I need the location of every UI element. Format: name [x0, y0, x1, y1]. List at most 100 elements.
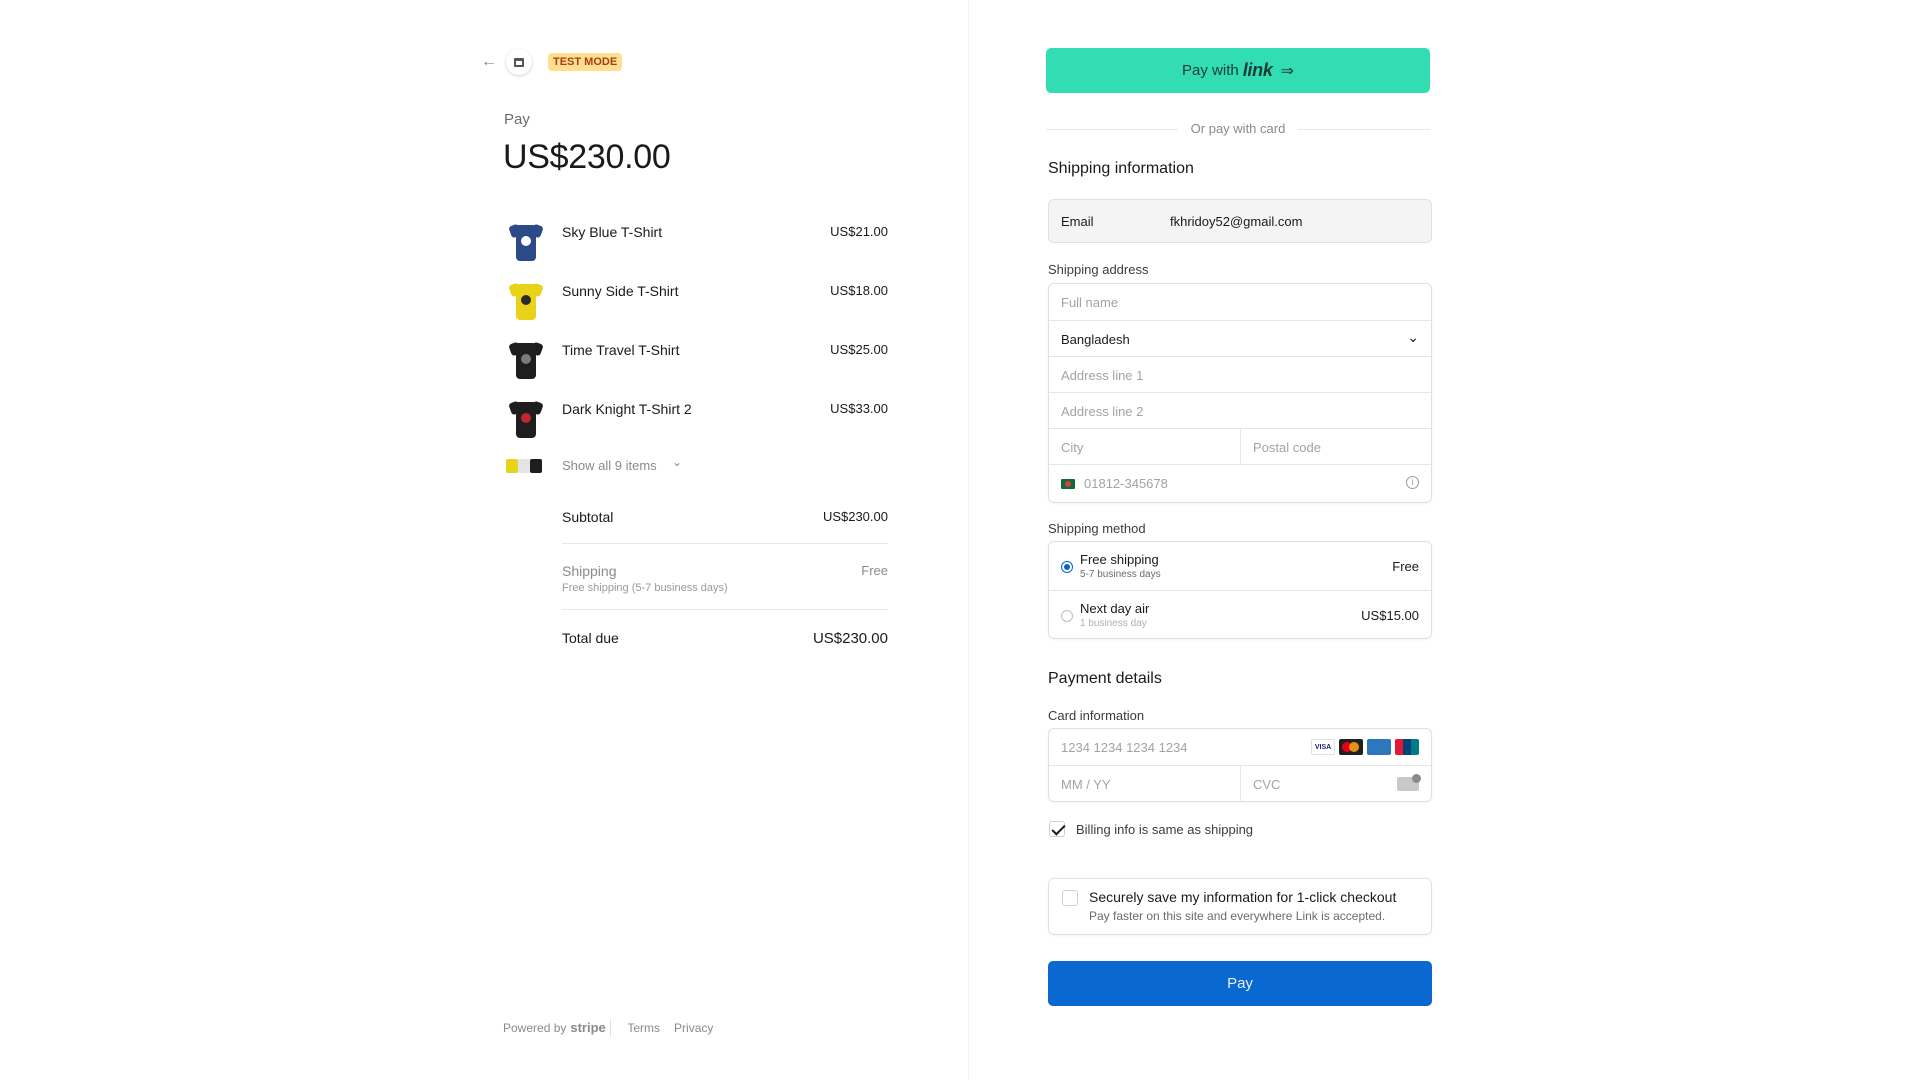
- full-name-input[interactable]: Full name: [1049, 284, 1431, 320]
- address-line1-input[interactable]: Address line 1: [1049, 356, 1431, 392]
- item-price: US$18.00: [830, 283, 888, 298]
- privacy-link[interactable]: Privacy: [674, 1021, 713, 1035]
- cvc-input[interactable]: CVC: [1253, 777, 1280, 792]
- shipping-row: Shipping Free shipping (5-7 business day…: [562, 563, 888, 594]
- or-pay-with-card-text: Or pay with card: [1190, 121, 1286, 136]
- unionpay-icon: [1395, 739, 1419, 755]
- city-postal-row: City Postal code: [1049, 428, 1431, 465]
- full-name-placeholder: Full name: [1061, 295, 1119, 310]
- product-image: [504, 336, 546, 384]
- card-information-form: 1234 1234 1234 1234 VISA MM / YY CVC: [1048, 728, 1432, 802]
- item-price: US$33.00: [830, 401, 888, 416]
- card-number-input[interactable]: 1234 1234 1234 1234 VISA: [1049, 729, 1431, 765]
- billing-same-label: Billing info is same as shipping: [1076, 821, 1254, 837]
- checkbox-checked[interactable]: [1049, 821, 1065, 837]
- stripe-logo[interactable]: stripe: [570, 1020, 605, 1036]
- address-line1-placeholder: Address line 1: [1061, 368, 1144, 383]
- order-summary-panel: ← TEST MODE Pay US$230.00 Sky Blue T-Shi…: [0, 0, 968, 1080]
- powered-by-label: Powered by: [503, 1021, 567, 1035]
- field-divider: [1240, 766, 1241, 802]
- line-item: Sunny Side T-Shirt US$18.00: [504, 277, 888, 325]
- info-icon[interactable]: i: [1406, 476, 1419, 489]
- option-price: Free: [1392, 559, 1419, 574]
- bangladesh-flag-icon[interactable]: [1061, 479, 1075, 489]
- mastercard-icon: [1339, 739, 1363, 755]
- radio-selected[interactable]: [1061, 561, 1073, 573]
- shipping-label: Shipping: [562, 563, 617, 579]
- country-value: Bangladesh: [1061, 332, 1130, 347]
- address-line2-input[interactable]: Address line 2: [1049, 392, 1431, 428]
- divider: [562, 543, 888, 544]
- or-divider: Or pay with card: [1046, 121, 1430, 139]
- option-subtitle: 5-7 business days: [1080, 569, 1161, 580]
- total-row: Total due US$230.00: [562, 630, 888, 647]
- mini-product-thumbnails: [506, 457, 546, 475]
- option-title: Next day air: [1080, 601, 1150, 616]
- postal-code-input[interactable]: Postal code: [1253, 440, 1321, 455]
- shipping-option-free[interactable]: Free shipping 5-7 business days Free: [1049, 542, 1431, 590]
- terms-link[interactable]: Terms: [627, 1021, 660, 1035]
- shipping-value: Free: [861, 563, 888, 578]
- save-info-option[interactable]: Securely save my information for 1-click…: [1048, 878, 1432, 935]
- card-brands: VISA: [1311, 739, 1419, 755]
- show-all-label: Show all 9 items: [562, 458, 657, 473]
- subtotal-row: Subtotal US$230.00: [562, 509, 888, 525]
- email-field[interactable]: Email fkhridoy52@gmail.com: [1048, 199, 1432, 243]
- pay-label: Pay: [504, 111, 530, 128]
- link-logo: link: [1242, 60, 1273, 80]
- footer: Powered by stripe Terms Privacy: [503, 1019, 727, 1037]
- arrow-right-icon: ⇒: [1280, 62, 1294, 80]
- amex-icon: [1367, 739, 1391, 755]
- visa-icon: VISA: [1311, 739, 1335, 755]
- shipping-address-label: Shipping address: [1048, 262, 1149, 277]
- cvc-card-icon: [1397, 774, 1421, 791]
- item-name: Sky Blue T-Shirt: [562, 224, 663, 240]
- pay-with-link-button[interactable]: Pay with link ⇒: [1046, 48, 1430, 93]
- shipping-method-label: Shipping method: [1048, 521, 1146, 536]
- shipping-info-title: Shipping information: [1048, 160, 1194, 177]
- chevron-down-icon: ⌄: [672, 455, 683, 469]
- product-image: [504, 277, 546, 325]
- phone-placeholder: 01812-345678: [1084, 476, 1168, 491]
- option-subtitle: 1 business day: [1080, 618, 1147, 629]
- shipping-sub: Free shipping (5-7 business days): [562, 582, 728, 594]
- store-icon: [506, 49, 532, 75]
- product-image: [504, 395, 546, 443]
- item-price: US$21.00: [830, 224, 888, 239]
- card-info-label: Card information: [1048, 708, 1145, 723]
- link-button-prefix: Pay with: [1182, 62, 1239, 79]
- item-name: Sunny Side T-Shirt: [562, 283, 679, 299]
- show-all-items-button[interactable]: Show all 9 items ⌄: [504, 455, 724, 477]
- save-info-subtitle: Pay faster on this site and everywhere L…: [1089, 909, 1386, 923]
- save-info-title: Securely save my information for 1-click…: [1089, 889, 1397, 905]
- payment-details-title: Payment details: [1048, 670, 1162, 687]
- line-item: Time Travel T-Shirt US$25.00: [504, 336, 888, 384]
- line-item: Dark Knight T-Shirt 2 US$33.00: [504, 395, 888, 443]
- total-value: US$230.00: [812, 630, 888, 647]
- radio-unselected[interactable]: [1061, 610, 1073, 622]
- expiry-input[interactable]: MM / YY: [1061, 777, 1111, 792]
- test-mode-badge: TEST MODE: [548, 53, 623, 71]
- billing-same-checkbox[interactable]: Billing info is same as shipping: [1049, 819, 1253, 839]
- shipping-address-form: Full name Bangladesh ⌄ Address line 1 Ad…: [1048, 283, 1432, 503]
- item-name: Dark Knight T-Shirt 2: [562, 401, 692, 417]
- card-number-placeholder: 1234 1234 1234 1234: [1061, 740, 1188, 755]
- country-select[interactable]: Bangladesh ⌄: [1049, 320, 1431, 356]
- phone-input[interactable]: 01812-345678 i: [1049, 464, 1431, 500]
- footer-divider: [610, 1019, 612, 1037]
- email-label: Email: [1061, 214, 1094, 229]
- product-image: [504, 218, 546, 266]
- option-price: US$15.00: [1361, 608, 1419, 623]
- arrow-left-icon[interactable]: ←: [481, 53, 499, 71]
- shipping-option-next-day[interactable]: Next day air 1 business day US$15.00: [1049, 590, 1431, 638]
- city-input[interactable]: City: [1061, 440, 1083, 455]
- pay-amount: US$230.00: [503, 138, 671, 176]
- save-info-checkbox[interactable]: [1062, 890, 1078, 906]
- shipping-method-options: Free shipping 5-7 business days Free Nex…: [1048, 541, 1432, 639]
- option-title: Free shipping: [1080, 552, 1159, 567]
- item-name: Time Travel T-Shirt: [562, 342, 680, 358]
- subtotal-value: US$230.00: [822, 509, 888, 524]
- email-value: fkhridoy52@gmail.com: [1170, 214, 1303, 229]
- line-item: Sky Blue T-Shirt US$21.00: [504, 218, 888, 266]
- pay-button[interactable]: Pay: [1048, 961, 1432, 1006]
